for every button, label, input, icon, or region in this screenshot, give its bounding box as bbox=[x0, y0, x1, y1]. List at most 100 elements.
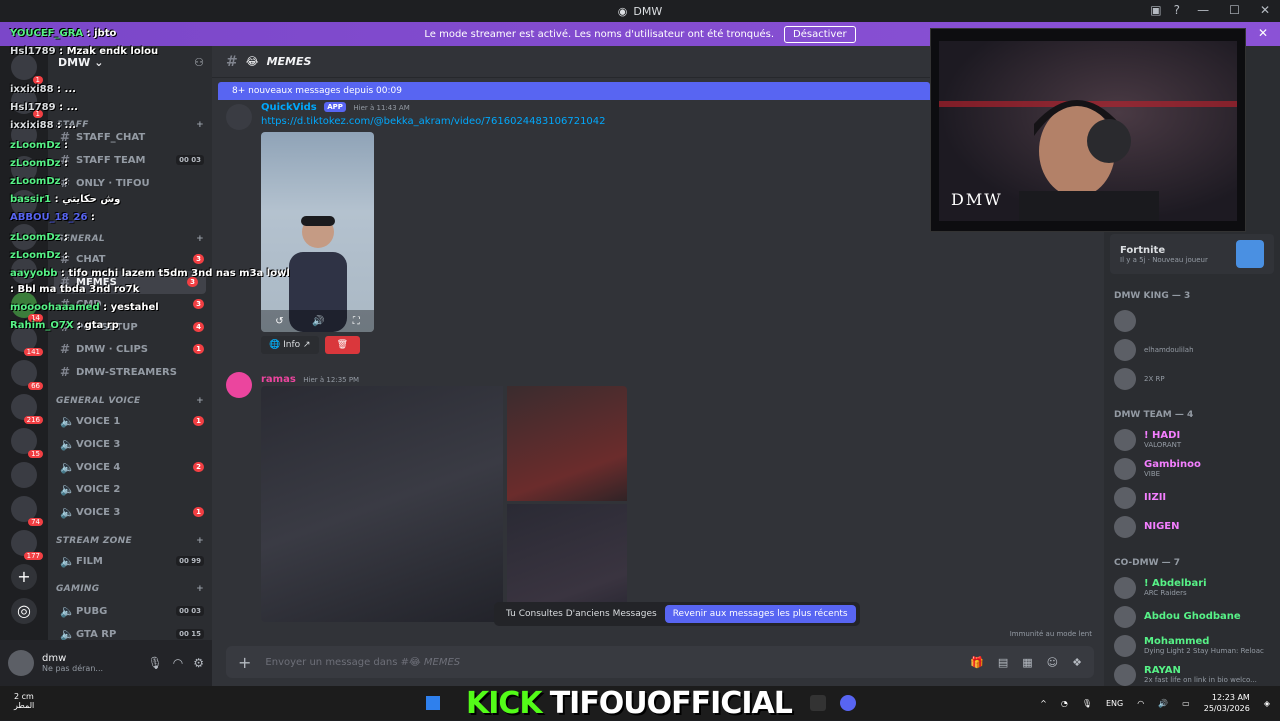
channel-item[interactable]: # STAFF TEAM 00 03 bbox=[48, 149, 212, 172]
plus-icon[interactable]: + bbox=[196, 584, 204, 594]
add-server-icon[interactable]: + bbox=[11, 564, 37, 590]
server-icon[interactable] bbox=[11, 462, 37, 488]
voice-count: 00 99 bbox=[176, 556, 204, 567]
add-member-icon[interactable]: ⚇ bbox=[194, 56, 204, 69]
network-icon[interactable]: ◔ bbox=[1061, 699, 1068, 708]
video-controls: ↺ 🔊 ⛶ bbox=[261, 310, 374, 332]
member-status: ARC Raiders bbox=[1144, 589, 1187, 597]
message-author[interactable]: QuickVids bbox=[261, 102, 317, 113]
channel-item[interactable]: # DMW · CLIPS 1 bbox=[48, 338, 212, 361]
activity-card[interactable]: Fortnite Il y a 5j · Nouveau joueur bbox=[1110, 234, 1274, 274]
channel-item[interactable]: 🔈 VOICE 2 bbox=[48, 478, 212, 501]
member-item[interactable]: RAYAN 2x fast life on link in bio welco..… bbox=[1104, 660, 1280, 686]
server-icon[interactable]: 1 bbox=[11, 54, 43, 84]
banner-close-icon[interactable]: ✕ bbox=[1258, 26, 1268, 40]
member-group-header: DMW TEAM — 4 bbox=[1114, 410, 1194, 420]
delete-button[interactable]: 🗑 bbox=[324, 336, 360, 354]
server-icon[interactable]: 66 bbox=[11, 360, 43, 390]
channel-item[interactable]: 🔈 VOICE 1 1 bbox=[48, 410, 212, 433]
member-item[interactable]: IIZII bbox=[1104, 483, 1280, 512]
image-attachment[interactable] bbox=[507, 386, 627, 501]
chat-username: YOUCEF_GRA bbox=[10, 28, 84, 39]
battery-icon[interactable]: ▭ bbox=[1182, 699, 1190, 708]
disable-streamer-mode-button[interactable]: Désactiver bbox=[784, 25, 856, 43]
channel-category[interactable]: GENERAL VOICE + bbox=[48, 392, 212, 410]
channel-item[interactable]: 🔈 PUBG 00 03 bbox=[48, 600, 212, 623]
member-item[interactable]: Abdou Ghodbane bbox=[1104, 602, 1280, 631]
channel-item[interactable]: 🔈 VOICE 3 1 bbox=[48, 501, 212, 524]
channel-name: ONLY · TIFOU bbox=[76, 177, 150, 189]
gif-icon[interactable]: ▤ bbox=[998, 656, 1008, 669]
microphone-icon[interactable]: 🎙 bbox=[1082, 699, 1092, 708]
fullscreen-icon[interactable]: ⛶ bbox=[353, 316, 360, 327]
plus-icon[interactable]: + bbox=[196, 234, 204, 244]
close-button[interactable]: ✕ bbox=[1260, 3, 1270, 17]
avatar[interactable] bbox=[8, 650, 34, 676]
channel-category[interactable]: STREAM ZONE + bbox=[48, 532, 212, 550]
wifi-icon[interactable]: ◠ bbox=[1137, 699, 1144, 708]
message-input[interactable]: + Envoyer un message dans #😂 MEMES 🎁 ▤ ▦… bbox=[226, 646, 1094, 678]
emoji-picker-icon[interactable]: ☺ bbox=[1047, 656, 1058, 669]
language-indicator[interactable]: ENG bbox=[1106, 699, 1123, 708]
stream-chat-message: Hsl1789 : ... bbox=[10, 102, 78, 113]
member-item[interactable]: ! HADI VALORANT bbox=[1104, 425, 1280, 454]
chevron-up-icon[interactable]: ^ bbox=[1040, 699, 1047, 708]
server-icon[interactable]: 177 bbox=[11, 530, 43, 560]
channel-category[interactable]: GENERAL + bbox=[48, 230, 212, 248]
message-link[interactable]: https://d.tiktokez.com/@bekka_akram/vide… bbox=[261, 116, 606, 127]
jump-to-present-button[interactable]: Revenir aux messages les plus récents bbox=[664, 605, 856, 623]
info-button[interactable]: 🌐 Info ↗ bbox=[261, 336, 319, 354]
avatar[interactable] bbox=[226, 104, 252, 130]
clock[interactable]: 12:23 AM 25/03/2026 bbox=[1204, 692, 1250, 714]
plus-icon[interactable]: + bbox=[196, 396, 204, 406]
discord-taskbar-icon[interactable] bbox=[840, 695, 856, 711]
avatar[interactable] bbox=[226, 372, 252, 398]
start-icon[interactable] bbox=[426, 696, 440, 710]
discover-icon[interactable]: ◎ bbox=[11, 598, 37, 624]
headset-icon[interactable]: ◠ bbox=[173, 656, 183, 670]
apps-icon[interactable]: ❖ bbox=[1072, 656, 1082, 669]
gear-icon[interactable]: ⚙ bbox=[193, 656, 204, 670]
member-item[interactable] bbox=[1104, 306, 1280, 335]
channel-item[interactable]: 🔈 VOICE 4 2 bbox=[48, 456, 212, 479]
add-attachment-icon[interactable]: + bbox=[238, 653, 251, 672]
channel-name: GTA RP bbox=[76, 628, 117, 640]
channel-item[interactable]: # ONLY · TIFOU bbox=[48, 172, 212, 195]
member-item[interactable]: ! Abdelbari ARC Raiders bbox=[1104, 573, 1280, 602]
replay-icon[interactable]: ↺ bbox=[275, 316, 283, 327]
chat-text: ... bbox=[64, 84, 76, 95]
image-attachment[interactable] bbox=[261, 386, 503, 622]
member-item[interactable]: elhamdoulilah bbox=[1104, 335, 1280, 364]
notification-icon[interactable]: ◈ bbox=[1264, 699, 1270, 708]
channel-item[interactable]: 🔈 FILM 00 99 bbox=[48, 550, 212, 573]
inbox-icon[interactable]: ▣ bbox=[1150, 3, 1161, 17]
server-icon[interactable]: 216 bbox=[11, 394, 43, 424]
server-icon[interactable]: 15 bbox=[11, 428, 43, 458]
member-item[interactable]: Gambinoo VIBE bbox=[1104, 454, 1280, 483]
plus-icon[interactable]: + bbox=[196, 536, 204, 546]
member-item[interactable]: NIGEN bbox=[1104, 512, 1280, 541]
channel-name: VOICE 3 bbox=[76, 438, 121, 450]
new-messages-bar[interactable]: 8+ nouveaux messages depuis 00:09 bbox=[218, 82, 930, 100]
video-embed[interactable]: ↺ 🔊 ⛶ bbox=[261, 132, 374, 332]
volume-icon[interactable]: 🔊 bbox=[1158, 699, 1168, 708]
speaker-icon: 🔈 bbox=[60, 437, 75, 452]
avatar bbox=[1114, 634, 1136, 657]
message-author[interactable]: ramas bbox=[261, 374, 296, 385]
channel-category[interactable]: GAMING + bbox=[48, 580, 212, 598]
app-icon[interactable] bbox=[810, 695, 826, 711]
member-item[interactable]: Mohammed Dying Light 2 Stay Human: Reloac bbox=[1104, 631, 1280, 660]
gift-icon[interactable]: 🎁 bbox=[970, 656, 984, 669]
speaker-icon: 🔈 bbox=[60, 505, 75, 520]
microphone-icon[interactable]: 🎙 bbox=[148, 656, 163, 670]
help-icon[interactable]: ? bbox=[1174, 3, 1180, 17]
member-item[interactable]: 2X RP bbox=[1104, 364, 1280, 393]
weather-widget[interactable]: 2 cm المطر bbox=[14, 692, 34, 710]
channel-item[interactable]: # DMW-STREAMERS bbox=[48, 361, 212, 384]
maximize-button[interactable]: ☐ bbox=[1229, 3, 1240, 17]
server-icon[interactable]: 74 bbox=[11, 496, 43, 526]
volume-icon[interactable]: 🔊 bbox=[312, 316, 324, 327]
channel-item[interactable]: 🔈 VOICE 3 bbox=[48, 433, 212, 456]
minimize-button[interactable]: — bbox=[1197, 3, 1209, 17]
sticker-icon[interactable]: ▦ bbox=[1022, 656, 1032, 669]
